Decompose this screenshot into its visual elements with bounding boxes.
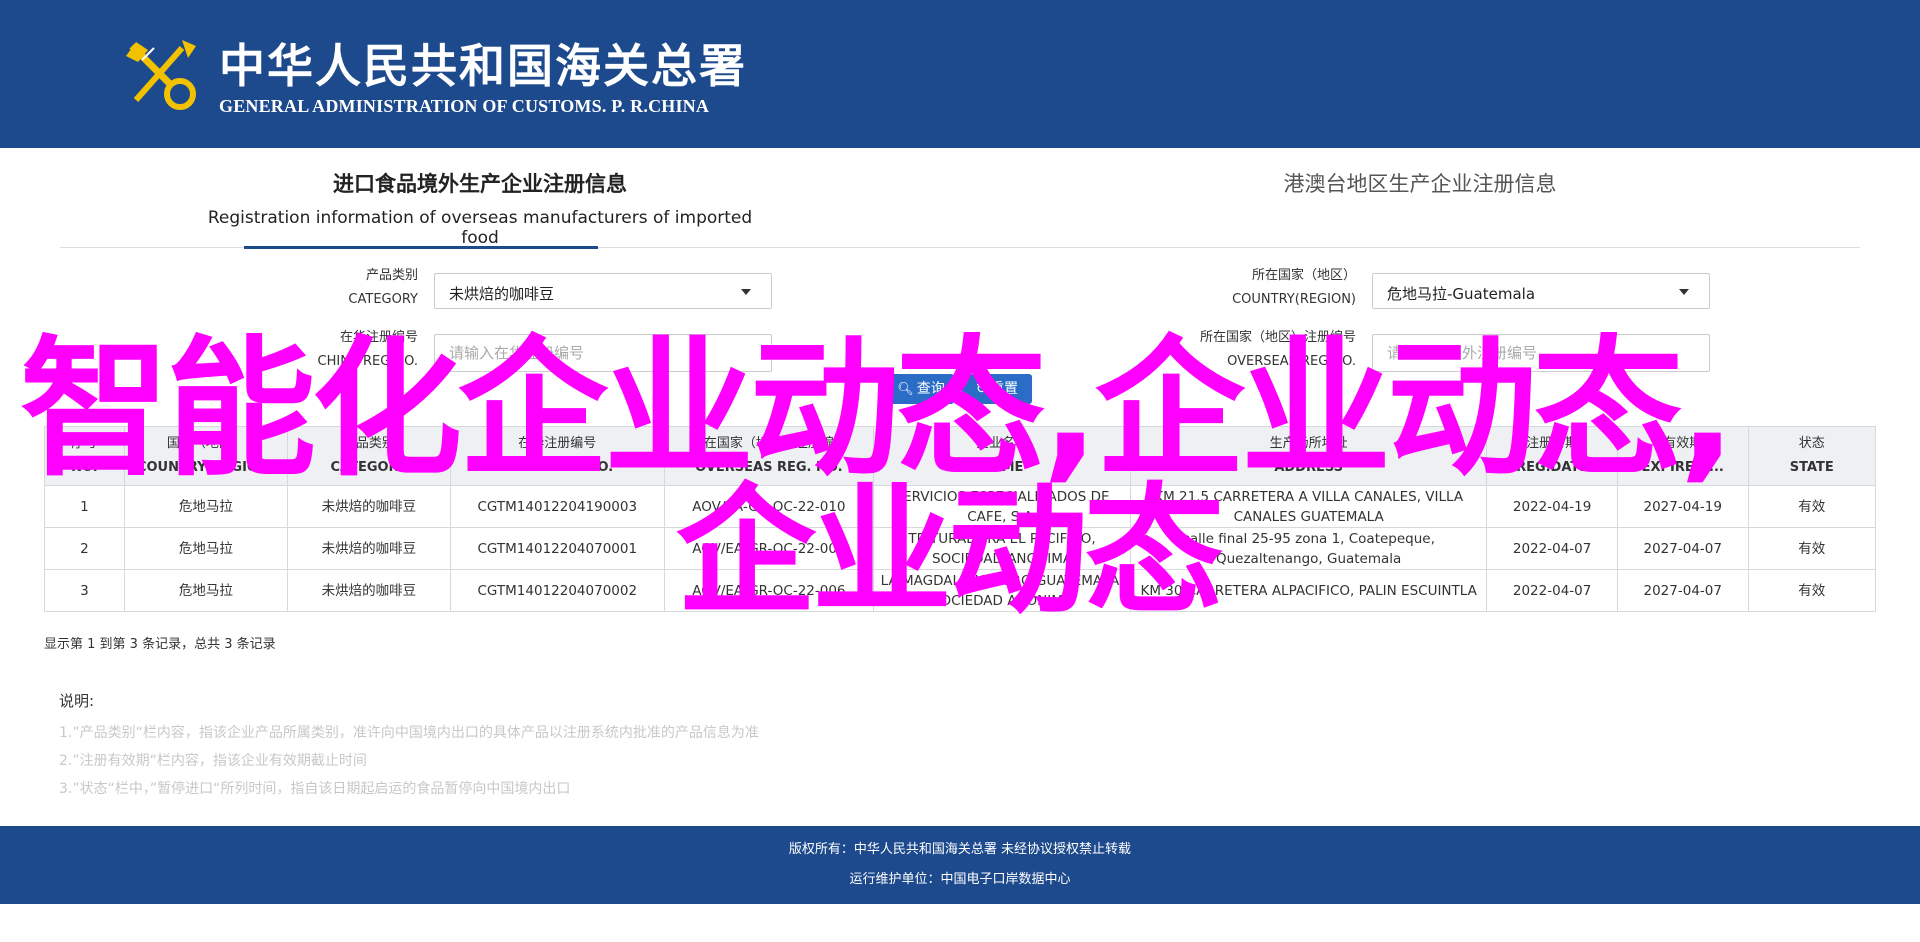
- pagination-summary: 显示第 1 到第 3 条记录，总共 3 条记录: [44, 637, 276, 652]
- cell-reg-date: 2022-04-07: [1486, 569, 1618, 612]
- notes-section: 说明: 1.”产品类别“栏内容，指该企业产品所属类别，准许向中国境内出口的具体产…: [59, 690, 759, 803]
- tab-overseas-label-en: Registration information of overseas man…: [207, 208, 753, 248]
- tab-hk-macao-taiwan-registration[interactable]: 港澳台地区生产企业注册信息: [1140, 168, 1700, 198]
- cell-no: 2: [44, 527, 125, 570]
- category-label-cn: 产品类别: [365, 268, 418, 283]
- note-line: 1.”产品类别“栏内容，指该企业产品所属类别，准许向中国境内出口的具体产品以注册…: [59, 725, 759, 741]
- country-label: 所在国家（地区） COUNTRY(REGION): [1150, 264, 1356, 312]
- country-label-en: COUNTRY(REGION): [1232, 292, 1356, 307]
- customs-emblem-icon: [126, 40, 196, 110]
- category-select-value: 未烘焙的咖啡豆: [449, 285, 555, 303]
- cell-china-reg-no: CGTM14012204070002: [449, 569, 665, 612]
- watermark-overlay-line1: 智能化企业动态,企业动态,: [20, 323, 1736, 497]
- cell-state: 有效: [1747, 569, 1877, 612]
- country-label-cn: 所在国家（地区）: [1251, 268, 1356, 283]
- site-footer: 版权所有：中华人民共和国海关总署 未经协议授权禁止转载 运行维护单位：中国电子口…: [0, 826, 1920, 904]
- notes-title: 说明:: [59, 692, 95, 710]
- cell-no: 3: [44, 569, 125, 612]
- column-header[interactable]: 状态 STATE: [1747, 426, 1877, 486]
- chevron-down-icon: [741, 289, 751, 295]
- site-title-cn[interactable]: 中华人民共和国海关总署: [219, 30, 747, 96]
- footer-copyright: 版权所有：中华人民共和国海关总署 未经协议授权禁止转载: [788, 842, 1132, 857]
- tab-active-indicator: [244, 246, 598, 249]
- note-line: 3.”状态“栏中，”暂停进口“所列时间，指自该日期起启运的食品暂停向中国境内出口: [59, 781, 571, 797]
- site-header: 中华人民共和国海关总署 GENERAL ADMINISTRATION OF CU…: [0, 0, 1920, 148]
- cell-state: 有效: [1747, 485, 1877, 528]
- note-line: 2.”注册有效期“栏内容，指该企业有效期截止时间: [59, 753, 367, 769]
- footer-maintainer: 运行维护单位：中国电子口岸数据中心: [849, 872, 1071, 887]
- cell-category: 未烘焙的咖啡豆: [286, 569, 451, 612]
- cell-category: 未烘焙的咖啡豆: [286, 527, 451, 570]
- country-select-value: 危地马拉-Guatemala: [1387, 285, 1536, 303]
- cell-state: 有效: [1747, 527, 1877, 570]
- category-select[interactable]: 未烘焙的咖啡豆: [434, 273, 772, 309]
- tab-overseas-registration[interactable]: 进口食品境外生产企业注册信息 Registration information …: [200, 168, 760, 248]
- category-label: 产品类别 CATEGORY: [260, 264, 418, 312]
- country-select[interactable]: 危地马拉-Guatemala: [1372, 273, 1710, 309]
- cell-reg-date: 2022-04-07: [1486, 527, 1618, 570]
- cell-country: 危地马拉: [123, 527, 288, 570]
- category-label-en: CATEGORY: [348, 292, 418, 307]
- site-title-en[interactable]: GENERAL ADMINISTRATION OF CUSTOMS. P. R.…: [219, 96, 709, 117]
- cell-expire-date: 2027-04-07: [1616, 527, 1749, 570]
- watermark-overlay-line2: 企业动态: [676, 471, 1224, 634]
- cell-expire-date: 2027-04-07: [1616, 569, 1749, 612]
- cell-country: 危地马拉: [123, 569, 288, 612]
- tab-overseas-label-cn: 进口食品境外生产企业注册信息: [333, 171, 627, 196]
- cell-china-reg-no: CGTM14012204070001: [449, 527, 665, 570]
- chevron-down-icon: [1679, 289, 1689, 295]
